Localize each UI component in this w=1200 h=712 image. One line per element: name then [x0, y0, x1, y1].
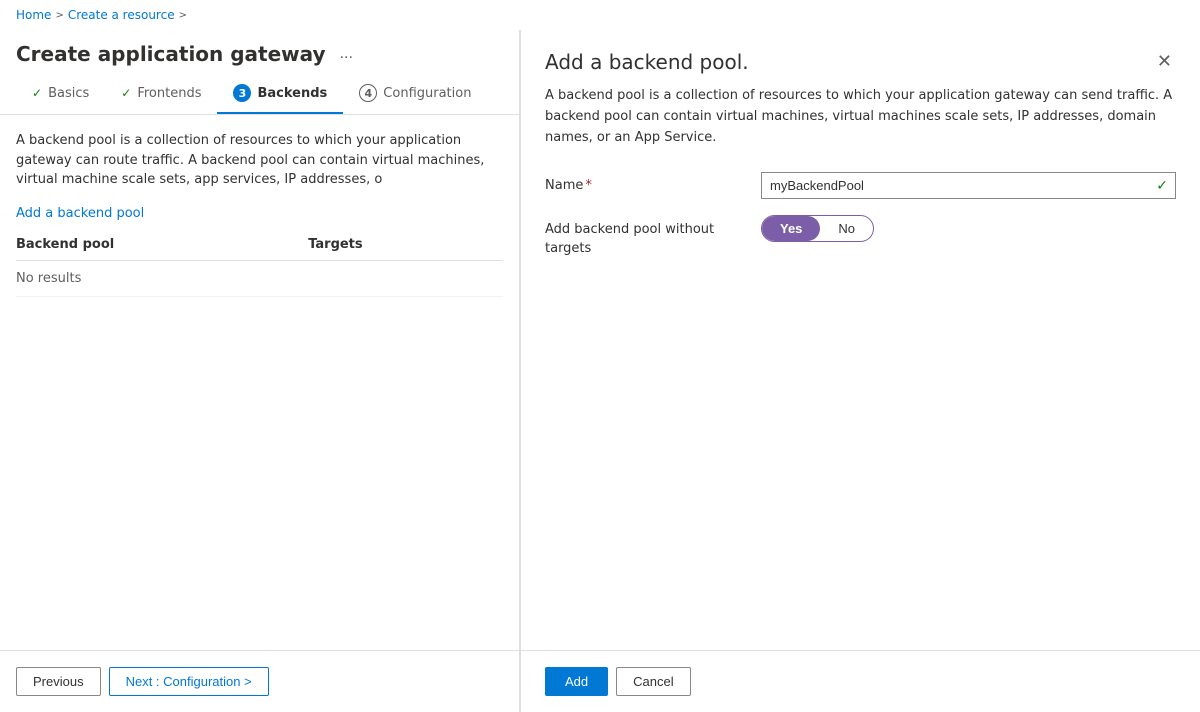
more-options-button[interactable]: ...	[334, 43, 359, 65]
page-header: Create application gateway ...	[0, 30, 519, 74]
backends-description: A backend pool is a collection of resour…	[16, 131, 503, 190]
panel-content: A backend pool is a collection of resour…	[521, 86, 1200, 650]
yes-no-toggle[interactable]: Yes No	[761, 215, 874, 242]
panel-header: Add a backend pool. ✕	[521, 30, 1200, 86]
name-input-wrapper: ✓	[761, 172, 1176, 199]
tab-backends[interactable]: 3 Backends	[217, 74, 343, 114]
configuration-number: 4	[359, 84, 377, 102]
breadcrumb-sep2: >	[179, 10, 187, 21]
frontends-check-icon: ✓	[121, 86, 131, 100]
backend-pool-table: Backend pool Targets No results	[16, 229, 503, 297]
col-header-pool: Backend pool	[16, 229, 308, 261]
add-button[interactable]: Add	[545, 667, 608, 696]
toggle-yes-button[interactable]: Yes	[762, 216, 820, 241]
breadcrumb-create[interactable]: Create a resource	[68, 8, 175, 22]
tab-configuration-label: Configuration	[383, 86, 471, 101]
add-backend-pool-link[interactable]: Add a backend pool	[16, 206, 144, 221]
tab-frontends-label: Frontends	[137, 86, 201, 101]
backends-number: 3	[233, 84, 251, 102]
no-results-cell: No results	[16, 260, 503, 296]
close-panel-button[interactable]: ✕	[1153, 50, 1176, 72]
previous-button[interactable]: Previous	[16, 667, 101, 696]
breadcrumb-sep1: >	[55, 10, 63, 21]
tab-backends-label: Backends	[257, 86, 327, 101]
add-backend-pool-panel: Add a backend pool. ✕ A backend pool is …	[520, 30, 1200, 712]
name-required-indicator: *	[585, 178, 592, 193]
toggle-group-wrapper: Yes No	[761, 215, 874, 242]
input-valid-icon: ✓	[1156, 178, 1168, 194]
name-label: Name*	[545, 172, 745, 193]
table-row: No results	[16, 260, 503, 296]
page-title: Create application gateway	[16, 42, 326, 66]
breadcrumb: Home > Create a resource >	[0, 0, 1200, 30]
panel-title: Add a backend pool.	[545, 50, 749, 74]
left-content: A backend pool is a collection of resour…	[0, 115, 519, 650]
col-header-targets: Targets	[308, 229, 503, 261]
tab-basics[interactable]: ✓ Basics	[16, 76, 105, 113]
cancel-button[interactable]: Cancel	[616, 667, 690, 696]
name-input[interactable]	[761, 172, 1176, 199]
panel-description: A backend pool is a collection of resour…	[545, 86, 1176, 148]
name-form-row: Name* ✓	[545, 172, 1176, 199]
tab-basics-label: Basics	[48, 86, 89, 101]
targets-label: Add backend pool without targets	[545, 215, 745, 257]
targets-toggle-row: Add backend pool without targets Yes No	[545, 215, 1176, 257]
tab-configuration[interactable]: 4 Configuration	[343, 74, 487, 114]
basics-check-icon: ✓	[32, 86, 42, 100]
next-button[interactable]: Next : Configuration >	[109, 667, 269, 696]
left-footer: Previous Next : Configuration >	[0, 650, 519, 712]
left-panel: Create application gateway ... ✓ Basics …	[0, 30, 520, 712]
tab-frontends[interactable]: ✓ Frontends	[105, 76, 217, 113]
main-container: Create application gateway ... ✓ Basics …	[0, 30, 1200, 712]
panel-footer: Add Cancel	[521, 650, 1200, 712]
toggle-no-button[interactable]: No	[820, 216, 873, 241]
breadcrumb-home[interactable]: Home	[16, 8, 51, 22]
tabs-container: ✓ Basics ✓ Frontends 3 Backends 4 Config…	[0, 74, 519, 115]
